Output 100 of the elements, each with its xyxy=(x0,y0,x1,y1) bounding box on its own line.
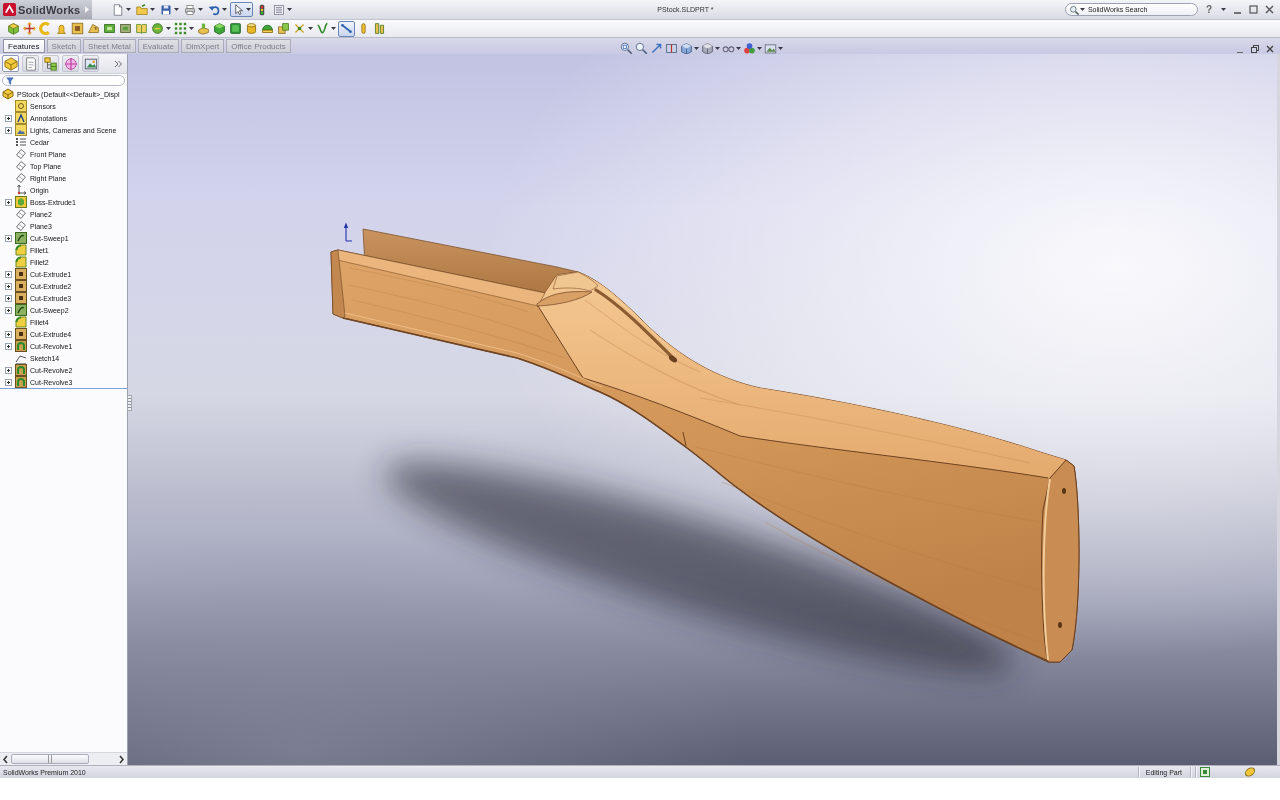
toolbar-button[interactable] xyxy=(228,20,243,37)
open-book-icon xyxy=(135,22,148,35)
cut-extrude-icon xyxy=(15,328,27,340)
view-toolbar-button[interactable] xyxy=(618,41,634,55)
bars-icon xyxy=(373,22,386,35)
spheres-icon xyxy=(742,41,756,55)
menu-arrow-icon xyxy=(85,6,89,13)
cube-icon xyxy=(679,41,693,55)
caret-icon[interactable] xyxy=(1079,8,1085,11)
double-chevron-icon[interactable] xyxy=(114,59,122,68)
scene-icon xyxy=(763,41,777,55)
toolbar-button[interactable] xyxy=(372,20,387,37)
view-toolbar-button[interactable] xyxy=(663,41,679,55)
view-toolbar-button[interactable] xyxy=(678,41,700,55)
part-icon xyxy=(2,88,14,100)
move-arrows-icon xyxy=(23,22,36,35)
expand-icon[interactable] xyxy=(5,342,12,350)
application-menu-button[interactable]: SolidWorks xyxy=(0,0,92,19)
box-icon xyxy=(119,22,132,35)
cut-extrude-icon xyxy=(15,268,27,280)
framed-square-icon xyxy=(71,22,84,35)
material-list-icon xyxy=(15,136,27,148)
dot-grid-icon xyxy=(174,22,187,35)
close-icon[interactable] xyxy=(1266,45,1274,53)
toolbar-button[interactable] xyxy=(338,20,355,37)
caret-icon xyxy=(756,46,762,50)
print-button[interactable] xyxy=(182,2,205,17)
block-icon xyxy=(197,22,210,35)
expand-icon[interactable] xyxy=(5,282,12,290)
toolbar-button[interactable] xyxy=(244,20,259,37)
fillet-icon xyxy=(15,316,27,328)
caret-icon xyxy=(714,46,720,50)
toolbar-button[interactable] xyxy=(6,20,21,37)
scrollbar-thumb[interactable] xyxy=(11,754,89,764)
tab[interactable]: Features xyxy=(3,39,45,53)
origin-icon xyxy=(15,184,27,196)
close-icon[interactable] xyxy=(1265,5,1274,14)
zoom-to-fit-icon xyxy=(619,41,633,55)
wedge-icon xyxy=(87,22,100,35)
view-toolbar-button[interactable] xyxy=(699,41,721,55)
stacked-blocks-icon xyxy=(277,22,290,35)
document-icon xyxy=(112,3,124,16)
crossed-lines-icon xyxy=(293,22,306,35)
dimxpert-manager-tab[interactable] xyxy=(62,55,79,72)
horizontal-scrollbar[interactable] xyxy=(0,752,127,765)
expand-icon[interactable] xyxy=(5,294,12,302)
square-icon xyxy=(229,22,242,35)
curve-icon xyxy=(316,22,329,35)
toolbar-button[interactable] xyxy=(22,20,37,37)
bell-icon xyxy=(55,22,68,35)
expand-icon[interactable] xyxy=(5,126,12,134)
picture-icon xyxy=(83,56,98,71)
expand-icon[interactable] xyxy=(5,114,12,122)
property-manager-tab[interactable] xyxy=(22,55,39,72)
cylinder-icon xyxy=(245,22,258,35)
configuration-manager-tab[interactable] xyxy=(42,55,59,72)
scene-icon xyxy=(15,124,27,136)
expand-icon[interactable] xyxy=(5,306,12,314)
list-icon xyxy=(273,3,285,16)
feature-manager-tab[interactable] xyxy=(2,55,19,72)
logo-icon xyxy=(3,3,16,16)
filter-field[interactable] xyxy=(2,75,125,86)
display-manager-tab[interactable] xyxy=(82,55,99,72)
expand-icon[interactable] xyxy=(5,366,12,374)
help-icon[interactable] xyxy=(1200,767,1210,777)
toolbar-button[interactable] xyxy=(150,20,172,37)
select-button[interactable] xyxy=(230,2,253,17)
view-toolbar-button[interactable] xyxy=(741,41,763,55)
box-icon xyxy=(103,22,116,35)
search-icon[interactable] xyxy=(1068,4,1079,15)
splitter-handle[interactable] xyxy=(127,395,132,411)
toolbar-button[interactable] xyxy=(70,20,85,37)
expand-icon[interactable] xyxy=(5,378,12,386)
toolbar-button[interactable] xyxy=(276,20,291,37)
open-button[interactable] xyxy=(134,2,157,17)
file-properties-button[interactable] xyxy=(271,2,294,17)
maximize-icon[interactable] xyxy=(1249,5,1258,14)
expand-icon[interactable] xyxy=(5,330,12,338)
toolbar-button[interactable] xyxy=(212,20,227,37)
cut-extrude-icon xyxy=(15,292,27,304)
revolve-icon xyxy=(15,364,27,376)
help-button[interactable]: ? xyxy=(1203,4,1214,15)
caret-icon[interactable] xyxy=(1221,8,1226,11)
page-icon xyxy=(23,56,38,71)
plane-icon xyxy=(15,148,27,160)
arc-icon xyxy=(39,22,52,35)
sketch-icon xyxy=(15,352,27,364)
expand-icon[interactable] xyxy=(5,198,12,206)
caret-icon xyxy=(693,46,699,50)
restore-icon[interactable] xyxy=(1251,45,1259,53)
extrude-icon xyxy=(15,196,27,208)
view-toolbar-button[interactable] xyxy=(762,41,784,55)
expand-icon[interactable] xyxy=(5,234,12,242)
view-toolbar-button[interactable] xyxy=(633,41,649,55)
toolbar-button[interactable] xyxy=(173,20,195,37)
dome-icon xyxy=(261,22,274,35)
sweep-icon xyxy=(15,232,27,244)
expand-icon[interactable] xyxy=(5,270,12,278)
tag-icon[interactable] xyxy=(1244,766,1256,778)
axis-triad-icon xyxy=(343,222,353,242)
